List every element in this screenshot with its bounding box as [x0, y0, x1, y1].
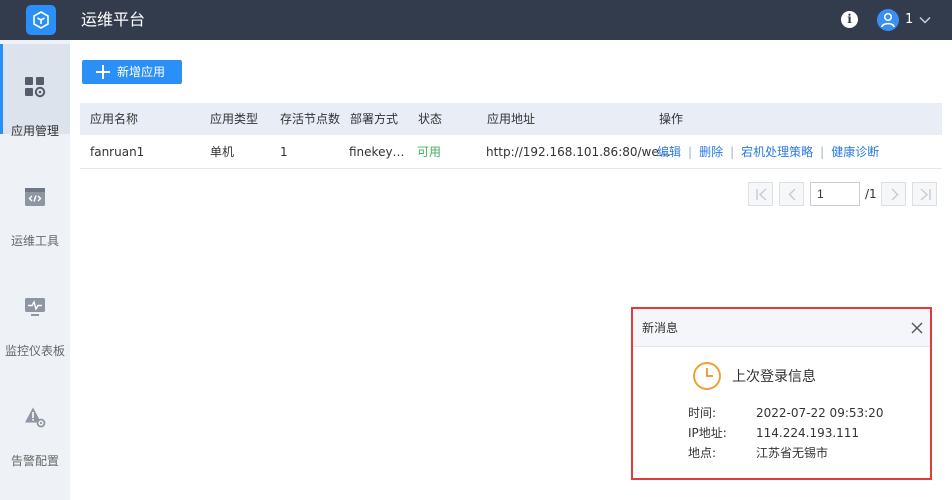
next-page-button[interactable]: [881, 182, 906, 206]
alive-nodes-cell: 1: [280, 145, 288, 159]
app-name-cell: fanruan1: [90, 145, 145, 159]
ip-value: 114.224.193.111: [756, 426, 860, 440]
sidebar-item-label: 监控仪表板: [4, 344, 65, 358]
page-total: /1: [865, 187, 877, 201]
op-separator: |: [688, 145, 693, 159]
close-icon[interactable]: [911, 322, 923, 334]
notification-popup: 新消息 上次登录信息 时间: 2022-07-22 09:53:20 IP地址:…: [631, 307, 932, 480]
table-header: 应用名称 应用类型 存活节点数 部署方式 状态 应用地址 操作: [80, 103, 942, 135]
notification-subtitle: 上次登录信息: [732, 369, 816, 385]
page-number-input[interactable]: [810, 182, 860, 206]
op-separator: |: [730, 145, 735, 159]
last-page-button[interactable]: [912, 182, 937, 206]
status-badge: 可用: [417, 145, 442, 159]
last-page-icon: [920, 188, 931, 201]
app-type-cell: 单机: [210, 145, 235, 159]
monitor-pulse-icon: [25, 298, 45, 316]
sidebar-item-monitor-dashboard[interactable]: 监控仪表板: [0, 264, 70, 358]
location-label: 地点:: [688, 446, 717, 460]
chevron-left-icon: [788, 188, 796, 201]
column-header[interactable]: 应用名称: [90, 103, 138, 135]
notification-header: 新消息: [633, 309, 930, 347]
sidebar: 应用管理 运维工具 监控仪表板 告警配置: [0, 40, 70, 500]
time-value: 2022-07-22 09:53:20: [756, 406, 884, 420]
add-app-button[interactable]: 新增应用: [82, 60, 182, 84]
chevron-down-icon[interactable]: [918, 13, 932, 27]
health-diagnosis-link[interactable]: 健康诊断: [831, 145, 879, 159]
warning-gear-icon: [25, 407, 46, 428]
cube-icon[interactable]: [26, 5, 56, 35]
grid-gear-icon: [25, 77, 46, 98]
delete-link[interactable]: 删除: [699, 145, 723, 159]
location-value: 江苏省无锡市: [756, 446, 829, 460]
notification-title: 新消息: [642, 321, 679, 335]
prev-page-button[interactable]: [779, 182, 804, 206]
column-header[interactable]: 应用类型: [210, 103, 258, 135]
top-header: 运维平台 i 1: [0, 0, 952, 40]
active-indicator: [0, 44, 3, 134]
ip-label: IP地址:: [688, 426, 727, 440]
column-header[interactable]: 部署方式: [350, 103, 398, 135]
op-separator: |: [820, 145, 825, 159]
sidebar-item-label: 运维工具: [10, 234, 59, 248]
column-header[interactable]: 应用地址: [487, 103, 535, 135]
first-page-icon: [756, 188, 767, 201]
operations-cell: 编辑 | 删除 | 宕机处理策略 | 健康诊断: [657, 135, 879, 169]
column-header[interactable]: 存活节点数: [280, 103, 340, 135]
sidebar-item-label: 告警配置: [10, 454, 59, 468]
add-app-label: 新增应用: [117, 65, 166, 79]
sidebar-item-app-management[interactable]: 应用管理: [0, 44, 70, 138]
table-row[interactable]: fanruan1 单机 1 finekey… 可用 http://192.168…: [80, 135, 942, 169]
downtime-strategy-link[interactable]: 宕机处理策略: [741, 145, 813, 159]
sidebar-item-alert-config[interactable]: 告警配置: [0, 374, 70, 468]
clock-icon: [693, 362, 721, 390]
sidebar-item-label: 应用管理: [10, 124, 59, 138]
time-label: 时间:: [688, 406, 717, 420]
code-window-icon: [25, 188, 45, 206]
app-address-cell: http://192.168.101.86:80/we…: [486, 145, 671, 159]
column-header[interactable]: 操作: [659, 103, 683, 135]
sidebar-item-ops-tools[interactable]: 运维工具: [0, 154, 70, 248]
app-title: 运维平台: [81, 10, 146, 29]
info-icon[interactable]: i: [841, 11, 858, 28]
first-page-button[interactable]: [748, 182, 773, 206]
edit-link[interactable]: 编辑: [657, 145, 681, 159]
column-header[interactable]: 状态: [418, 103, 442, 135]
deploy-mode-cell: finekey…: [349, 145, 405, 159]
user-icon[interactable]: [877, 9, 899, 31]
plus-icon: [96, 65, 110, 79]
chevron-right-icon: [891, 188, 899, 201]
user-name[interactable]: 1: [905, 12, 913, 28]
